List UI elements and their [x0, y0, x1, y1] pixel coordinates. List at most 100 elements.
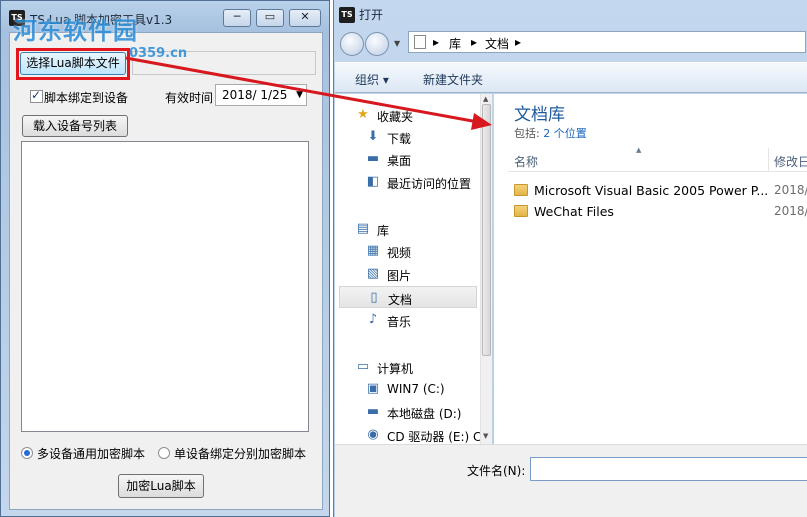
file-date: 2018/	[774, 204, 807, 218]
file-row[interactable]: WeChat Files 2018/	[508, 202, 807, 222]
multi-device-radio[interactable]	[21, 447, 33, 459]
bind-device-checkbox[interactable]	[30, 88, 43, 103]
breadcrumb-separator-icon[interactable]: ▸	[433, 35, 439, 49]
breadcrumb-documents[interactable]: 文档	[485, 35, 509, 52]
desktop-icon: ▬	[366, 151, 380, 166]
breadcrumb-library[interactable]: 库	[449, 35, 461, 52]
device-list-box[interactable]	[21, 141, 309, 432]
valid-date-picker[interactable]: 2018/ 1/25 ▼	[215, 84, 307, 106]
nav-item-3[interactable]: ◧ 最近访问的位置	[335, 171, 477, 193]
new-folder-button[interactable]: 新建文件夹	[423, 71, 483, 88]
close-icon: ✕	[300, 10, 310, 23]
nav-item-label: 库	[377, 224, 390, 238]
forward-button[interactable]	[365, 32, 389, 56]
dialog-footer: 文件名(N):	[335, 444, 807, 517]
nav-item-label: WIN7 (C:)	[387, 382, 445, 396]
nav-item-9[interactable]: ▭ 计算机	[335, 356, 477, 378]
command-bar: 组织 ▾ 新建文件夹	[335, 62, 807, 93]
scroll-up-icon[interactable]: ▲	[483, 95, 488, 103]
filename-input[interactable]	[530, 457, 807, 481]
nav-item-4[interactable]: ▤ 库	[335, 218, 477, 240]
file-name: Microsoft Visual Basic 2005 Power P...	[534, 183, 769, 198]
encrypt-tool-window: TS TS Lua 脚本加密工具v1.3 ─ ▭ ✕ 选择Lua脚本文件 脚本绑…	[0, 0, 330, 517]
nav-item-5[interactable]: ▦ 视频	[335, 240, 477, 262]
nav-item-label: 最近访问的位置	[387, 177, 472, 191]
navigation-pane: ★ 收藏夹 ⬇ 下载 ▬ 桌面 ◧ 最近访问的位置 ▤ 库 ▦ 视频 ▧ 图片 ▯ 文档 ♪ 音乐 ▭ 计算机 ▣ WIN…	[335, 94, 492, 444]
nav-item-label: 视频	[387, 246, 412, 260]
pictures-icon: ▧	[366, 266, 380, 281]
minimize-icon: ─	[233, 10, 241, 23]
dialog-app-icon: TS	[339, 7, 355, 23]
tool-client-area: 选择Lua脚本文件 脚本绑定到设备 有效时间 2018/ 1/25 ▼ 载入设备…	[9, 32, 323, 510]
recent-places-icon: ◧	[366, 174, 380, 189]
load-device-list-button[interactable]: 载入设备号列表	[22, 115, 128, 137]
nav-item-0[interactable]: ★ 收藏夹	[335, 104, 477, 126]
nav-item-12[interactable]: ◉ CD 驱动器 (E:) C	[335, 424, 481, 446]
nav-item-8[interactable]: ♪ 音乐	[335, 309, 477, 331]
maximize-icon: ▭	[264, 10, 276, 23]
nav-item-1[interactable]: ⬇ 下载	[335, 126, 477, 148]
computer-icon: ▭	[356, 359, 370, 374]
nav-item-6[interactable]: ▧ 图片	[335, 263, 477, 285]
column-divider[interactable]	[768, 148, 769, 172]
music-icon: ♪	[368, 312, 378, 327]
library-title: 文档库	[514, 105, 565, 125]
maximize-button[interactable]: ▭	[256, 9, 284, 27]
bind-device-label: 脚本绑定到设备	[44, 91, 129, 105]
folder-location-icon	[414, 35, 426, 49]
encrypt-lua-button[interactable]: 加密Lua脚本	[118, 474, 204, 498]
minimize-button[interactable]: ─	[223, 9, 251, 27]
watermark-logo: 河东软件园	[13, 17, 138, 45]
address-bar[interactable]: ▸ 库 ▸ 文档 ▸	[408, 31, 806, 53]
file-list-area: 文档库 包括: 2 个位置 ▲ 名称 修改日 Microsoft Visual …	[494, 94, 807, 444]
recent-pages-chevron-icon[interactable]: ▼	[394, 39, 400, 48]
single-device-radio-label[interactable]: 单设备绑定分别加密脚本	[174, 445, 306, 462]
organize-menu[interactable]: 组织 ▾	[355, 71, 389, 88]
nav-item-7[interactable]: ▯ 文档	[339, 286, 477, 308]
close-button[interactable]: ✕	[289, 9, 321, 27]
column-date-header[interactable]: 修改日	[774, 153, 807, 170]
nav-item-label: 下载	[387, 132, 412, 146]
nav-item-10[interactable]: ▣ WIN7 (C:)	[335, 378, 477, 400]
nav-item-label: CD 驱动器 (E:) C	[387, 430, 482, 444]
scrollbar-thumb[interactable]	[482, 104, 491, 356]
documents-icon: ▯	[370, 290, 378, 305]
single-device-radio[interactable]	[158, 447, 170, 459]
file-row[interactable]: Microsoft Visual Basic 2005 Power P... 2…	[508, 181, 807, 201]
valid-date-value: 2018/ 1/25	[222, 88, 288, 102]
select-lua-file-button[interactable]: 选择Lua脚本文件	[20, 52, 126, 75]
video-icon: ▦	[366, 243, 380, 258]
sort-ascending-icon: ▲	[636, 146, 642, 154]
watermark-url: 0359.cn	[129, 46, 188, 61]
column-name-header[interactable]: 名称	[514, 153, 538, 170]
chevron-down-icon[interactable]: ▼	[296, 85, 303, 105]
includes-prefix: 包括:	[514, 127, 544, 140]
nav-item-label: 音乐	[387, 315, 412, 329]
nav-item-label: 本地磁盘 (D:)	[387, 407, 462, 421]
valid-time-label: 有效时间	[165, 91, 214, 105]
star-icon: ★	[357, 107, 369, 122]
cd-drive-icon: ◉	[367, 427, 379, 442]
file-name: WeChat Files	[534, 204, 614, 219]
navigation-scrollbar[interactable]: ▲ ▼	[480, 94, 492, 444]
nav-item-11[interactable]: ▬ 本地磁盘 (D:)	[335, 401, 477, 423]
nav-item-label: 图片	[387, 269, 412, 283]
nav-item-label: 计算机	[377, 362, 414, 376]
filename-label: 文件名(N):	[467, 464, 526, 478]
column-header: ▲ 名称 修改日	[508, 146, 807, 172]
locations-link[interactable]: 2 个位置	[543, 127, 587, 140]
drive-d-icon: ▬	[366, 404, 380, 419]
breadcrumb-separator-icon[interactable]: ▸	[471, 35, 477, 49]
download-folder-icon: ⬇	[367, 129, 379, 144]
drive-c-icon: ▣	[366, 381, 380, 396]
nav-item-2[interactable]: ▬ 桌面	[335, 148, 477, 170]
nav-item-label: 文档	[388, 293, 413, 307]
open-file-dialog: TS 打开 ▼ ▸ 库 ▸ 文档 ▸ 组织 ▾ 新建文件夹 ★ 收藏夹 ⬇ 下载 ▬ 桌面…	[333, 0, 807, 517]
scroll-down-icon[interactable]: ▼	[483, 432, 488, 440]
nav-item-label: 收藏夹	[377, 110, 414, 124]
multi-device-radio-label[interactable]: 多设备通用加密脚本	[37, 445, 145, 462]
file-date: 2018/	[774, 183, 807, 197]
folder-icon	[514, 205, 528, 217]
breadcrumb-separator-icon[interactable]: ▸	[515, 35, 521, 49]
back-button[interactable]	[340, 32, 364, 56]
